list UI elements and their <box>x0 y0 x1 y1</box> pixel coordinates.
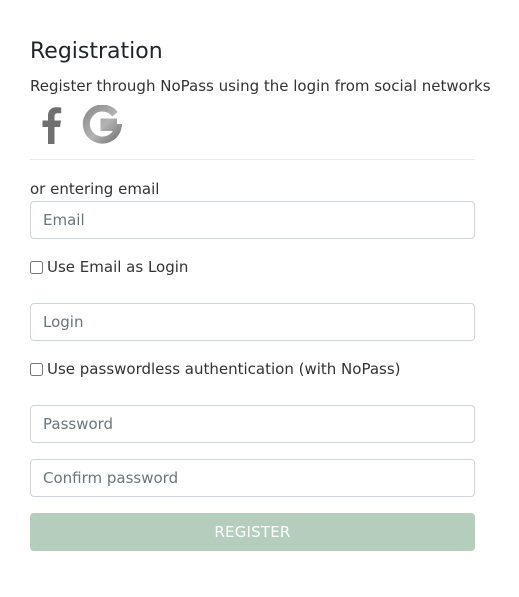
social-login-group <box>36 103 124 147</box>
registration-page: Registration Register through NoPass usi… <box>0 0 519 597</box>
google-icon[interactable] <box>80 103 124 147</box>
password-input[interactable] <box>30 405 475 443</box>
facebook-icon[interactable] <box>36 103 66 147</box>
use-email-as-login-checkbox[interactable] <box>30 260 43 274</box>
email-input[interactable] <box>30 201 475 239</box>
passwordless-checkbox[interactable] <box>30 362 43 376</box>
passwordless-label: Use passwordless authentication (with No… <box>47 360 401 378</box>
confirm-password-input[interactable] <box>30 459 475 497</box>
use-email-as-login-label: Use Email as Login <box>47 258 189 276</box>
email-section-label: or entering email <box>30 180 160 198</box>
passwordless-option[interactable]: Use passwordless authentication (with No… <box>30 359 401 379</box>
social-register-hint: Register through NoPass using the login … <box>30 77 491 95</box>
login-input[interactable] <box>30 303 475 341</box>
page-title: Registration <box>30 39 163 64</box>
use-email-as-login-option[interactable]: Use Email as Login <box>30 257 188 277</box>
divider <box>30 159 475 160</box>
register-button[interactable]: REGISTER <box>30 513 475 551</box>
